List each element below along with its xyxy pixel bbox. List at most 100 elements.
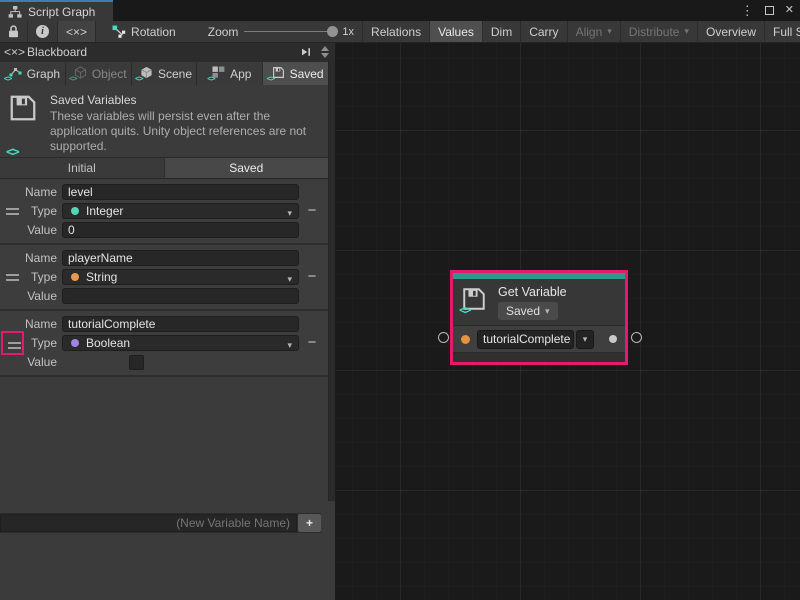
new-variable-input[interactable] (0, 514, 297, 532)
value-brackets-icon: <×> (66, 25, 87, 39)
relations-label: Relations (371, 25, 421, 39)
carry-button[interactable]: Carry (521, 21, 567, 42)
blackboard-scrollbar[interactable] (328, 61, 335, 501)
tab-scene[interactable]: <> Scene (132, 62, 197, 85)
script-graph-icon (8, 6, 22, 18)
caret-down-icon: ▾ (607, 27, 612, 36)
value-label: Value (0, 355, 62, 369)
tab-graph-label: Graph (27, 67, 60, 81)
drag-handle-icon[interactable] (6, 202, 19, 220)
values-label: Values (438, 25, 474, 39)
subtab-initial-label: Initial (68, 161, 96, 175)
graph-canvas[interactable]: <> Get Variable Saved ▾ tutorialComplete (336, 43, 800, 600)
zoom-control: Zoom 1x (200, 21, 362, 42)
caret-down-icon: ▾ (545, 307, 550, 316)
tab-app[interactable]: <> App (197, 62, 262, 85)
lock-button[interactable] (0, 21, 28, 42)
variable-name-dropdown[interactable]: ▾ (576, 330, 594, 349)
new-variable-row: + (0, 513, 321, 533)
variable-type-dropdown[interactable]: Boolean ▾ (62, 335, 299, 351)
variable-value-input[interactable] (62, 288, 299, 304)
tab-saved[interactable]: <> Saved (263, 62, 328, 85)
tab-object[interactable]: <> Object (66, 62, 131, 85)
blackboard-header: <×> Blackboard (0, 43, 335, 61)
node-header: <> Get Variable Saved ▾ (453, 279, 625, 325)
relations-button[interactable]: Relations (362, 21, 430, 42)
variable-name-input[interactable] (62, 184, 299, 200)
scope-dropdown[interactable]: Saved ▾ (498, 302, 558, 320)
node-title: Get Variable (498, 285, 567, 299)
overview-label: Overview (706, 25, 756, 39)
rotation-button[interactable]: Rotation (104, 21, 184, 42)
inspect-button[interactable]: i (28, 21, 58, 42)
value-display-toggle[interactable]: <×> (58, 21, 96, 42)
tab-scene-label: Scene (158, 67, 192, 81)
variable-type-dropdown[interactable]: String ▾ (62, 269, 299, 285)
zoom-slider-knob[interactable] (327, 26, 338, 37)
name-input-port[interactable] (461, 335, 470, 344)
script-graph-window: Script Graph ⋮ ✕ i <×> (0, 0, 800, 600)
variable-type-dropdown[interactable]: Integer ▾ (62, 203, 299, 219)
variable-list: Name Type Integer ▾ − Value (0, 179, 328, 377)
tab-app-label: App (230, 67, 251, 81)
value-output-port[interactable] (609, 335, 617, 343)
type-value: Integer (86, 204, 123, 218)
dim-button[interactable]: Dim (483, 21, 521, 42)
lock-icon (8, 25, 19, 38)
variable-value-input[interactable] (62, 222, 299, 238)
node-footer (453, 352, 625, 362)
add-variable-button[interactable]: + (298, 514, 321, 532)
variable-value-checkbox[interactable] (129, 355, 144, 370)
zoom-slider[interactable] (244, 31, 336, 32)
drag-handle-icon[interactable] (6, 268, 19, 286)
kebab-menu-icon[interactable]: ⋮ (741, 4, 754, 17)
rotation-icon (112, 25, 126, 38)
full-screen-button[interactable]: Full Screen (765, 21, 800, 42)
input-port-ring[interactable] (438, 332, 449, 343)
subtab-saved[interactable]: Saved (165, 158, 329, 178)
tab-graph[interactable]: <> Graph (0, 62, 65, 85)
maximize-icon[interactable] (765, 6, 774, 15)
blackboard-title: Blackboard (27, 45, 87, 59)
variable-name-input[interactable] (62, 316, 299, 332)
dock-icon[interactable] (301, 47, 311, 57)
remove-variable-button[interactable]: − (305, 204, 319, 218)
zoom-label: Zoom (208, 25, 239, 39)
title-bar: Script Graph ⋮ ✕ (0, 0, 800, 21)
caret-down-icon: ▾ (684, 27, 689, 36)
align-label: Align (576, 25, 603, 39)
tab-saved-label: Saved (290, 67, 324, 81)
type-value: String (86, 270, 117, 284)
variable-name-input[interactable] (62, 250, 299, 266)
type-color-dot (71, 339, 79, 347)
scroll-up-icon[interactable] (321, 46, 329, 51)
output-port-ring[interactable] (631, 332, 642, 343)
dim-label: Dim (491, 25, 512, 39)
variable-name-field[interactable]: tutorialComplete (477, 330, 574, 349)
info-description: These variables will persist even after … (50, 109, 315, 154)
values-button[interactable]: Values (430, 21, 483, 42)
remove-variable-button[interactable]: − (305, 336, 319, 350)
rotation-label: Rotation (131, 25, 176, 39)
close-icon[interactable]: ✕ (785, 5, 794, 16)
floppy-disk-icon: <> (8, 93, 40, 157)
window-controls: ⋮ ✕ (741, 0, 794, 21)
scroll-down-icon[interactable] (321, 53, 329, 58)
saved-variables-icon: <> (268, 66, 285, 81)
subtab-initial[interactable]: Initial (0, 158, 164, 178)
value-label: Value (0, 289, 62, 303)
overview-button[interactable]: Overview (698, 21, 765, 42)
info-title: Saved Variables (50, 93, 315, 107)
scroll-arrows (319, 46, 331, 58)
remove-variable-button[interactable]: − (305, 270, 319, 284)
saved-variable-icon: <> (461, 286, 489, 316)
tab-object-label: Object (92, 67, 127, 81)
align-button[interactable]: Align ▾ (568, 21, 621, 42)
distribute-button[interactable]: Distribute ▾ (621, 21, 698, 42)
type-color-dot (71, 207, 79, 215)
tab-script-graph[interactable]: Script Graph (0, 0, 113, 21)
scene-variables-icon: <> (136, 66, 153, 81)
get-variable-node[interactable]: <> Get Variable Saved ▾ tutorialComplete (453, 273, 625, 362)
drag-handle-icon[interactable] (8, 336, 21, 354)
tab-title: Script Graph (28, 5, 95, 19)
